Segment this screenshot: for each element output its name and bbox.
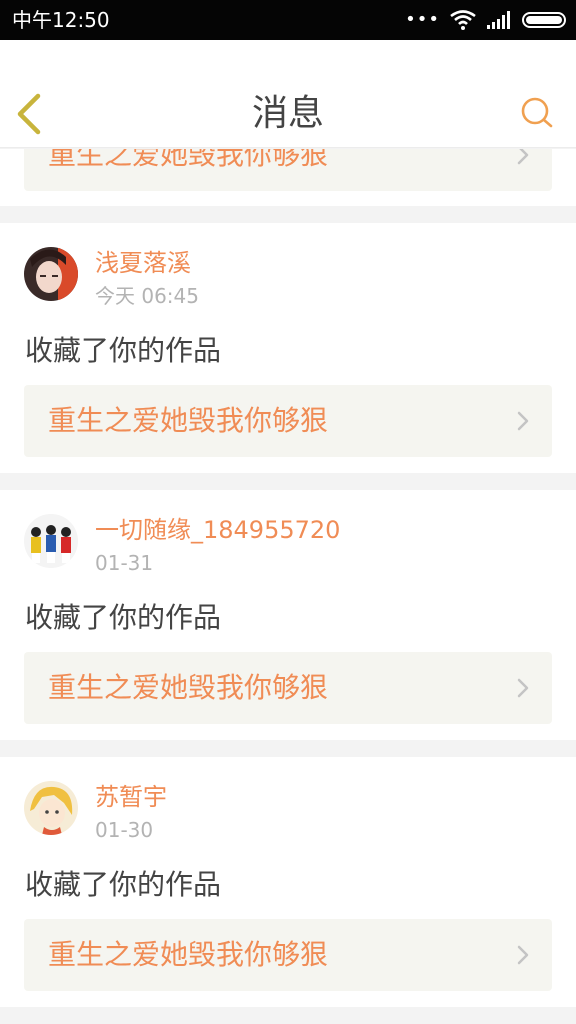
status-bar: 中午12:50 ••• [0, 0, 576, 40]
username-link[interactable]: 一切随缘_184955720 [95, 514, 340, 546]
message-card: 苏暂宇 01-30 收藏了你的作品 重生之爱她毁我你够狠 [0, 757, 576, 1007]
username-link[interactable]: 苏暂宇 [95, 781, 167, 813]
message-time: 今天 06:45 [95, 284, 199, 308]
work-link[interactable]: 重生之爱她毁我你够狠 [24, 652, 552, 724]
search-button[interactable] [520, 96, 554, 130]
work-title: 重生之爱她毁我你够狠 [48, 404, 329, 437]
message-card-partial: 重生之爱她毁我你够狠 [0, 149, 576, 206]
page-title: 消息 [251, 93, 324, 134]
avatar[interactable] [24, 247, 78, 301]
more-dots-icon: ••• [405, 9, 440, 30]
message-time: 01-31 [95, 551, 154, 575]
chevron-right-icon [517, 411, 529, 431]
wifi-icon [450, 10, 476, 30]
avatar[interactable] [24, 781, 78, 835]
work-link[interactable]: 重生之爱她毁我你够狠 [24, 385, 552, 457]
work-link[interactable]: 重生之爱她毁我你够狠 [24, 919, 552, 991]
work-link[interactable]: 重生之爱她毁我你够狠 [24, 149, 552, 191]
status-time: 中午12:50 [12, 8, 110, 32]
message-action: 收藏了你的作品 [25, 334, 222, 367]
avatar[interactable] [24, 514, 78, 568]
work-title: 重生之爱她毁我你够狠 [48, 938, 329, 971]
work-title: 重生之爱她毁我你够狠 [48, 671, 329, 704]
message-list[interactable]: 重生之爱她毁我你够狠 浅夏落溪 今天 06:45 收藏了你的作品 重生之爱她毁我… [0, 149, 576, 1024]
message-card: 一切随缘_184955720 01-31 收藏了你的作品 重生之爱她毁我你够狠 [0, 490, 576, 740]
chevron-right-icon [517, 678, 529, 698]
username-link[interactable]: 浅夏落溪 [95, 247, 191, 279]
message-card: 浅夏落溪 今天 06:45 收藏了你的作品 重生之爱她毁我你够狠 [0, 223, 576, 473]
chevron-right-icon [517, 149, 529, 165]
message-action: 收藏了你的作品 [25, 601, 222, 634]
header: 消息 [0, 40, 576, 148]
status-icons: ••• [405, 10, 566, 30]
search-icon [521, 97, 553, 128]
work-title: 重生之爱她毁我你够狠 [48, 149, 329, 171]
signal-icon [487, 11, 510, 29]
message-time: 01-30 [95, 818, 154, 842]
message-action: 收藏了你的作品 [25, 868, 222, 901]
chevron-right-icon [517, 945, 529, 965]
battery-icon [522, 12, 566, 28]
